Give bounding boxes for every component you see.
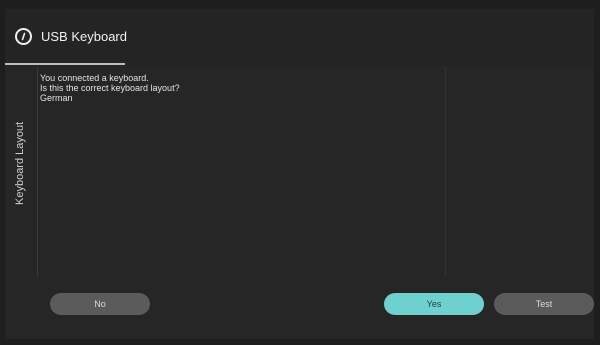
- header-underline: [5, 63, 125, 65]
- right-divider: [445, 67, 446, 277]
- test-button[interactable]: Test: [494, 293, 594, 315]
- message-line-2: Is this the correct keyboard layout?: [40, 83, 180, 93]
- message-line-1: You connected a keyboard.: [40, 73, 149, 83]
- back-button[interactable]: [15, 28, 32, 45]
- yes-button[interactable]: Yes: [384, 293, 484, 315]
- no-button[interactable]: No: [50, 293, 150, 315]
- side-tab: Keyboard Layout: [5, 67, 38, 277]
- back-icon: [21, 32, 26, 41]
- header-bar: USB Keyboard: [5, 9, 594, 66]
- side-tab-label: Keyboard Layout: [14, 121, 26, 205]
- layout-value: German: [40, 93, 73, 103]
- dialog-frame: USB Keyboard Keyboard Layout You connect…: [5, 9, 594, 339]
- page-title: USB Keyboard: [41, 29, 127, 44]
- content-area: You connected a keyboard. Is this the co…: [40, 73, 440, 103]
